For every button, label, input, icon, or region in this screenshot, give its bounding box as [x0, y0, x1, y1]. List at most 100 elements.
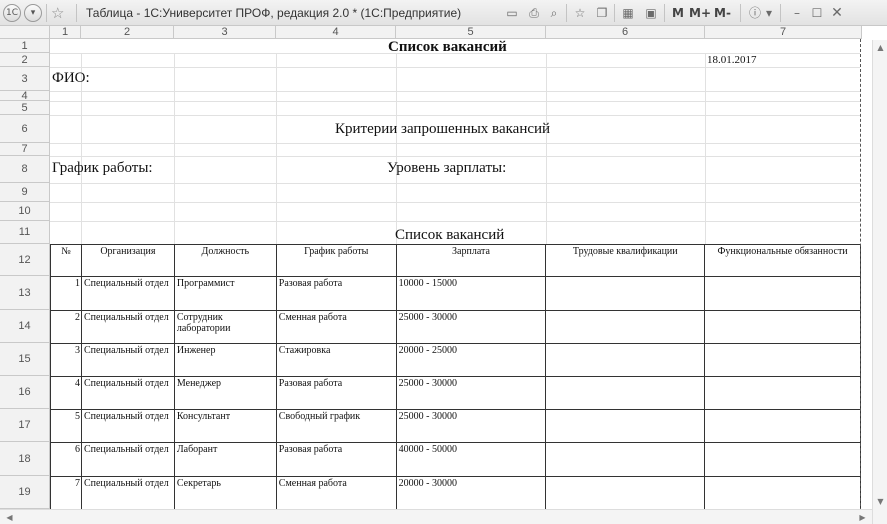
gridline	[546, 53, 547, 244]
row-header[interactable]: 10	[0, 202, 50, 221]
sheet-corner	[0, 26, 50, 39]
row-header[interactable]: 9	[0, 183, 50, 202]
gridline	[174, 53, 175, 244]
column-header[interactable]: 3	[174, 26, 276, 39]
app-icon[interactable]: 1С	[3, 4, 21, 22]
favorite-star-icon[interactable]: ☆	[51, 3, 64, 23]
column-header[interactable]: 2	[81, 26, 174, 39]
column-header[interactable]: 6	[546, 26, 705, 39]
row-header[interactable]: 17	[0, 409, 50, 442]
position-cell: Инженер	[173, 343, 277, 377]
bookmark-icon[interactable]: ☆	[572, 4, 588, 22]
row-header[interactable]: 15	[0, 343, 50, 376]
schedule-cell: Сменная работа	[275, 310, 397, 344]
organization-cell: Специальный отдел	[80, 276, 175, 311]
qualifications-cell	[545, 310, 706, 344]
column-salary-header: Зарплата	[395, 244, 547, 277]
row-number: 1	[50, 276, 82, 311]
row-header[interactable]: 12	[0, 244, 50, 276]
scroll-right-icon[interactable]: ▶	[855, 510, 870, 524]
toolbar-separator	[664, 4, 665, 22]
row-header[interactable]: 5	[0, 101, 50, 115]
save-icon[interactable]: ▭	[504, 4, 520, 22]
row-header[interactable]: 13	[0, 276, 50, 310]
column-header[interactable]: 5	[396, 26, 546, 39]
gridline	[50, 115, 860, 116]
gridline	[276, 53, 277, 244]
qualifications-cell	[545, 276, 706, 311]
copy-icon[interactable]: ❐	[594, 4, 610, 22]
organization-cell: Специальный отдел	[80, 476, 175, 510]
spreadsheet[interactable]: 1 2 3 4 5 6 7 1 2 3 4 5 6 7 8 9 10 11 12…	[0, 26, 887, 524]
menu-icon[interactable]: ▾	[24, 4, 42, 22]
table-row[interactable]: 1 Специальный отдел Программист Разовая …	[50, 276, 861, 311]
toolbar-separator	[76, 4, 77, 22]
toolbar-separator	[46, 4, 47, 22]
organization-cell: Специальный отдел	[80, 409, 175, 443]
gridline	[50, 202, 860, 203]
fio-label: ФИО:	[52, 70, 90, 86]
row-header[interactable]: 11	[0, 221, 50, 244]
row-header[interactable]: 1	[0, 39, 50, 53]
duties-cell	[704, 409, 861, 443]
duties-cell	[704, 276, 861, 311]
row-header[interactable]: 8	[0, 156, 50, 183]
column-header[interactable]: 7	[705, 26, 862, 39]
column-header[interactable]: 1	[50, 26, 81, 39]
toolbar-separator	[566, 4, 567, 22]
memory-button[interactable]: M	[672, 0, 684, 26]
scroll-left-icon[interactable]: ◀	[2, 510, 17, 524]
organization-cell: Специальный отдел	[80, 310, 175, 344]
table-row[interactable]: 2 Специальный отдел Сотрудник лаборатори…	[50, 310, 861, 344]
scroll-down-icon[interactable]: ▼	[873, 494, 887, 509]
duties-cell	[704, 376, 861, 410]
salary-label: Уровень зарплаты:	[387, 160, 507, 176]
maximize-icon[interactable]: ☐	[810, 4, 824, 22]
memory-plus-button[interactable]: M+	[689, 0, 711, 26]
row-header[interactable]: 4	[0, 90, 50, 102]
criteria-title: Критерии запрошенных вакансий	[335, 121, 551, 137]
row-header[interactable]: 18	[0, 442, 50, 476]
calendar-icon[interactable]: ▣	[643, 4, 659, 22]
gridline	[50, 101, 860, 102]
row-header[interactable]: 6	[0, 115, 50, 143]
vertical-scrollbar[interactable]: ▲ ▼	[872, 40, 887, 524]
print-icon[interactable]: ⎙	[526, 4, 542, 22]
row-header[interactable]: 14	[0, 310, 50, 343]
close-icon[interactable]: ✕	[830, 4, 844, 22]
salary-cell: 25000 - 30000	[395, 409, 547, 443]
preview-icon[interactable]: ⌕	[546, 4, 562, 22]
column-qualifications-header: Трудовые квалификации	[545, 244, 706, 277]
row-header[interactable]: 16	[0, 376, 50, 409]
column-number-header: №	[50, 244, 82, 277]
table-row[interactable]: 7 Специальный отдел Секретарь Сменная ра…	[50, 476, 861, 510]
calc-icon[interactable]: ▦	[620, 4, 636, 22]
info-dropdown-icon[interactable]: ▾	[764, 4, 774, 22]
table-row[interactable]: 5 Специальный отдел Консультант Свободны…	[50, 409, 861, 443]
row-header[interactable]: 2	[0, 53, 50, 67]
row-header[interactable]: 3	[0, 67, 50, 91]
table-row[interactable]: 3 Специальный отдел Инженер Стажировка 2…	[50, 343, 861, 377]
row-header[interactable]: 7	[0, 143, 50, 156]
document-date: 18.01.2017	[707, 54, 757, 66]
row-number: 2	[50, 310, 82, 344]
row-number: 3	[50, 343, 82, 377]
gridline	[50, 156, 860, 157]
schedule-cell: Разовая работа	[275, 442, 397, 477]
toolbar-separator	[614, 4, 615, 22]
scroll-up-icon[interactable]: ▲	[873, 40, 887, 55]
position-cell: Секретарь	[173, 476, 277, 510]
minimize-icon[interactable]: –	[790, 4, 804, 22]
organization-cell: Специальный отдел	[80, 442, 175, 477]
row-header[interactable]: 19	[0, 476, 50, 509]
info-icon[interactable]: ⓘ	[746, 4, 764, 22]
table-row[interactable]: 4 Специальный отдел Менеджер Разовая раб…	[50, 376, 861, 410]
row-number: 6	[50, 442, 82, 477]
memory-minus-button[interactable]: M-	[714, 0, 731, 26]
position-cell: Сотрудник лаборатории	[173, 310, 277, 344]
row-number: 7	[50, 476, 82, 510]
table-row[interactable]: 6 Специальный отдел Лаборант Разовая раб…	[50, 442, 861, 477]
horizontal-scrollbar[interactable]: ◀ ▶	[0, 509, 872, 524]
column-header[interactable]: 4	[276, 26, 396, 39]
qualifications-cell	[545, 476, 706, 510]
